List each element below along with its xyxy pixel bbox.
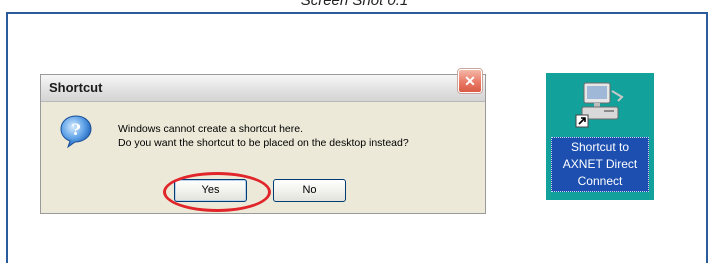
shortcut-label-line-2: AXNET Direct	[562, 157, 638, 171]
shortcut-label: Shortcut to AXNET Direct Connect	[551, 137, 649, 192]
shortcut-dialog: Shortcut ✕ ? Windows cannot create a sho…	[40, 69, 486, 214]
yes-button[interactable]: Yes	[174, 179, 247, 202]
computer-shortcut-icon	[575, 82, 624, 128]
close-button[interactable]: ✕	[458, 69, 482, 93]
dialog-titlebar[interactable]: Shortcut ✕	[41, 69, 485, 102]
dialog-title: Shortcut	[49, 80, 103, 95]
message-line-1: Windows cannot create a shortcut here.	[118, 123, 304, 135]
message-line-2: Do you want the shortcut to be placed on…	[118, 137, 409, 149]
shortcut-label-line-3: Connect	[577, 174, 623, 188]
question-icon: ?	[60, 115, 92, 149]
figure-caption: Screen Shot 0.1	[300, 0, 409, 9]
close-icon: ✕	[464, 73, 476, 89]
shortcut-label-line-1: Shortcut to	[570, 140, 630, 154]
page: Screen Shot 0.1 Shortcut ✕ ? Windows can…	[0, 0, 709, 263]
no-button[interactable]: No	[273, 179, 346, 202]
desktop-shortcut[interactable]: Shortcut to AXNET Direct Connect	[546, 73, 654, 200]
svg-text:?: ?	[71, 120, 80, 139]
dialog-message: Windows cannot create a shortcut here. D…	[118, 122, 409, 150]
